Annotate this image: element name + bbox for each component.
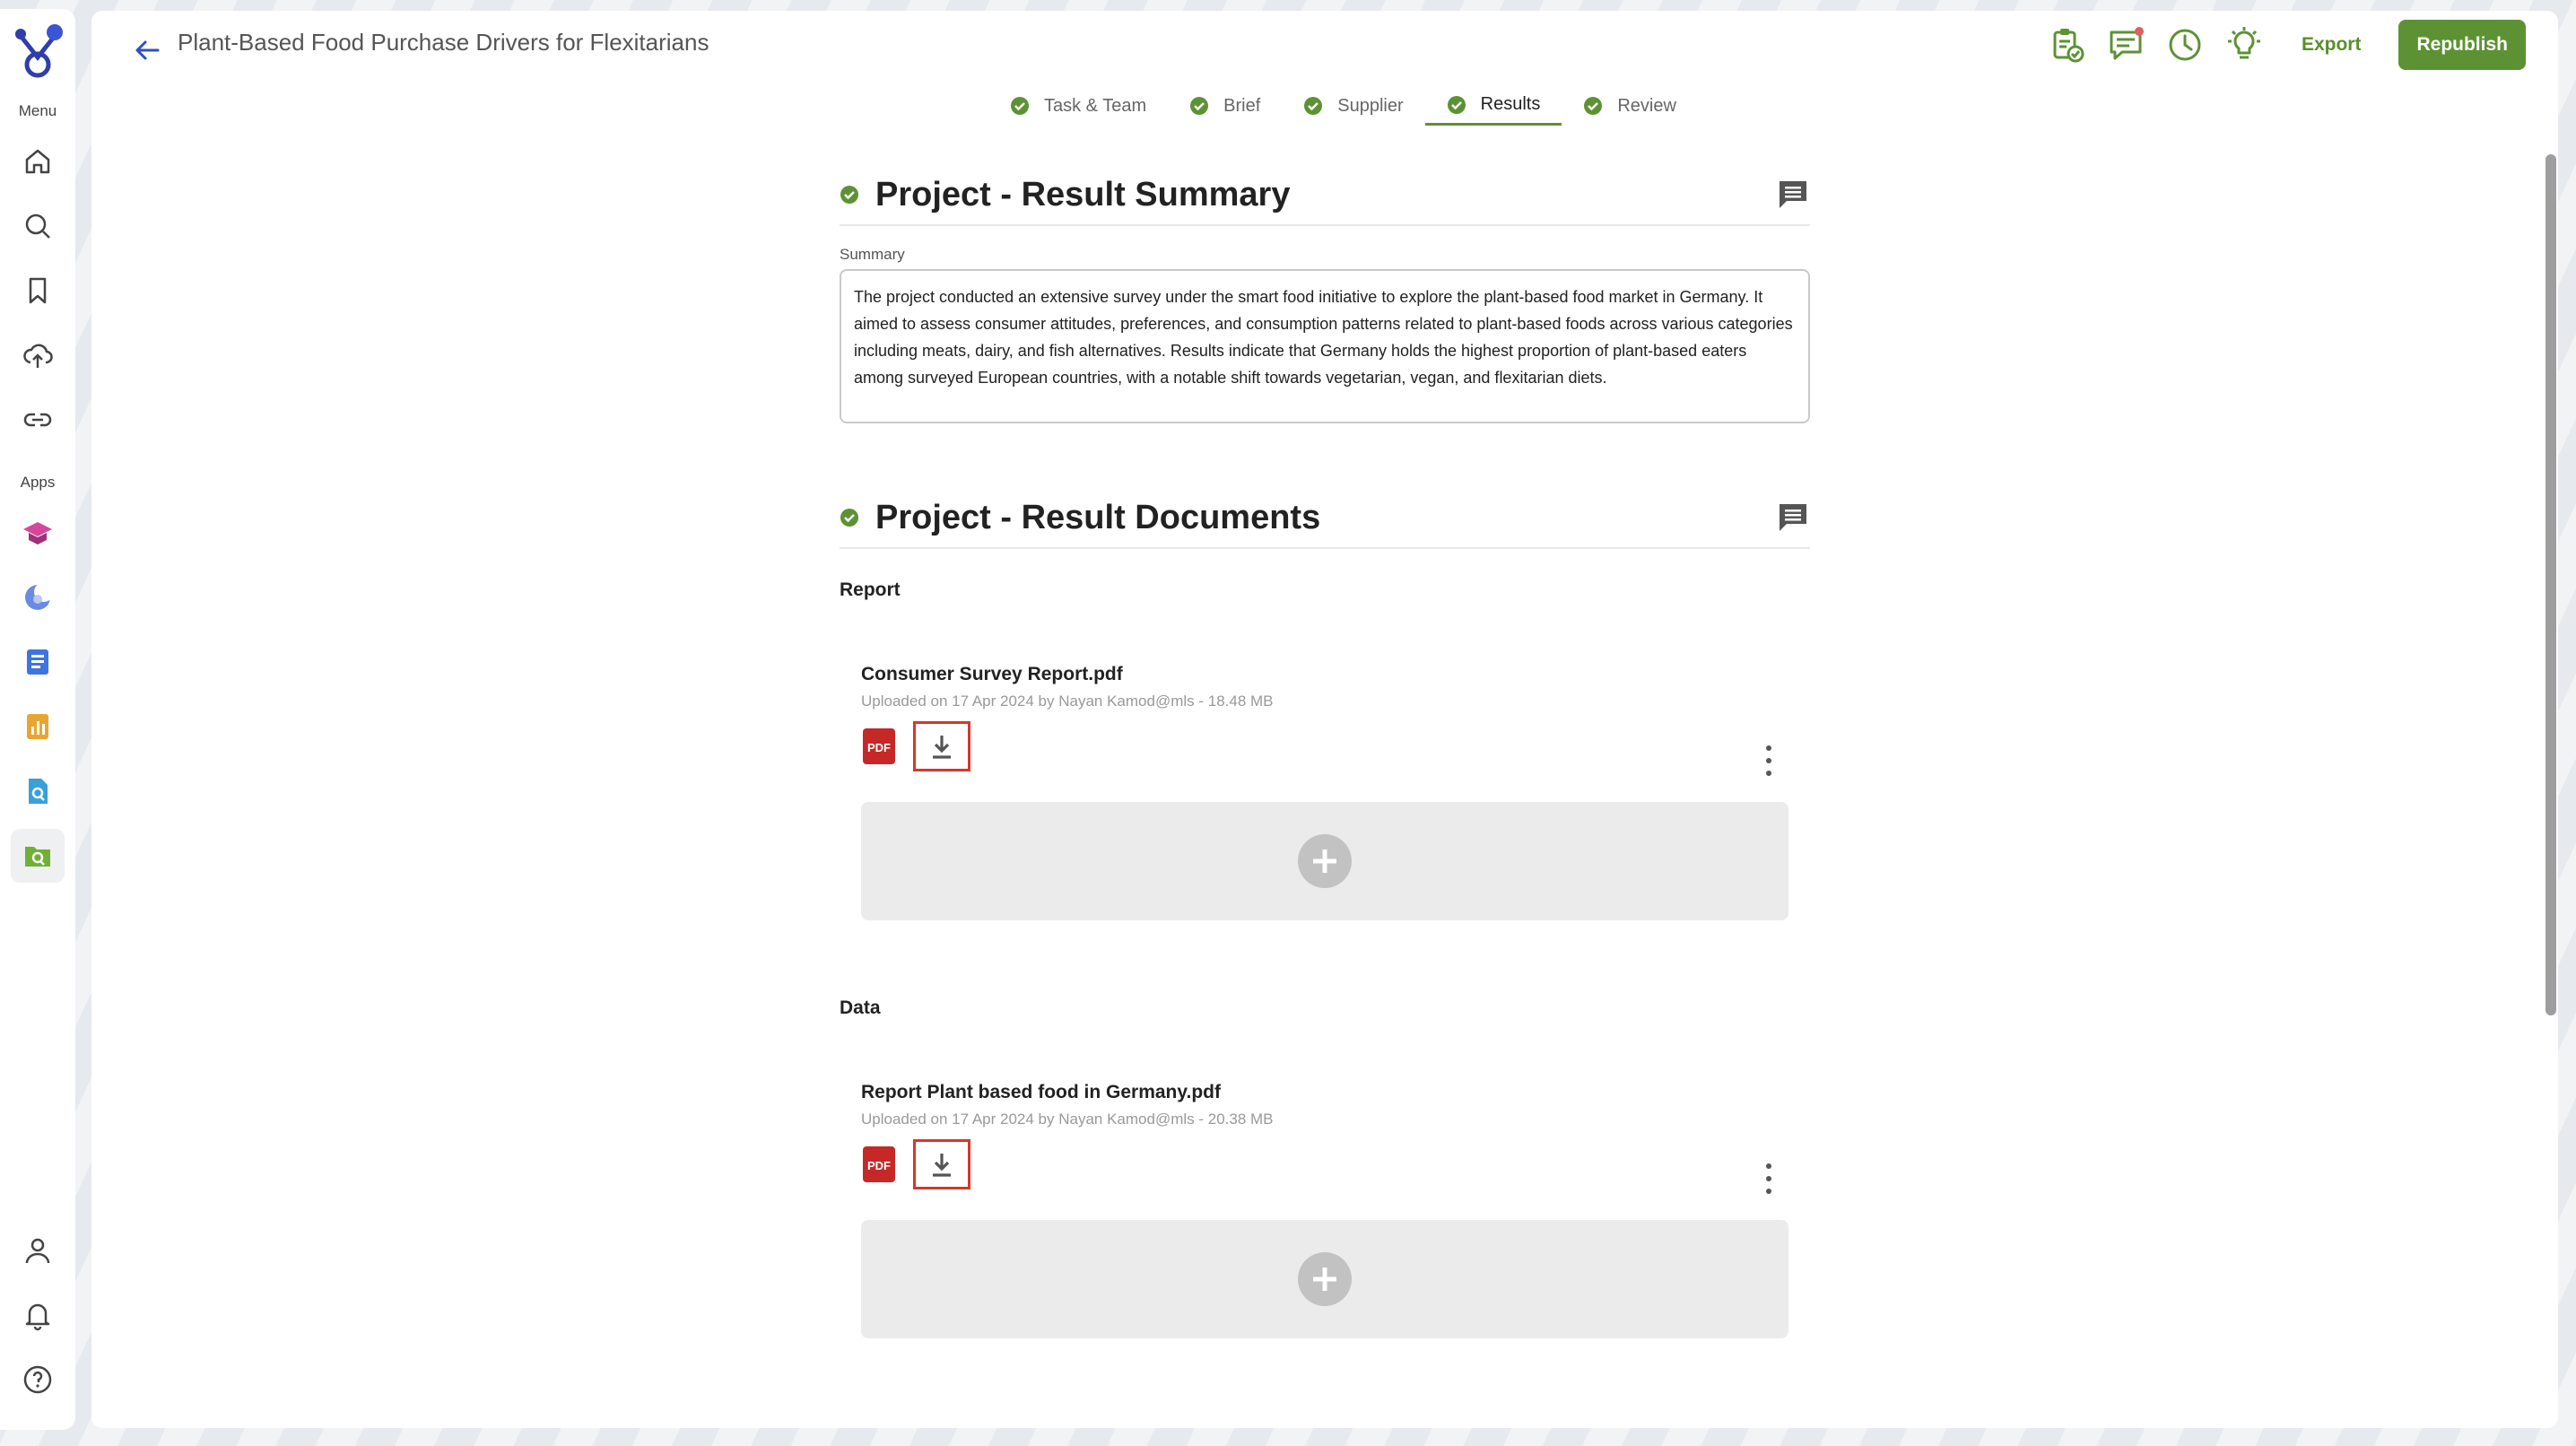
comment-icon[interactable] — [1776, 501, 1810, 535]
pdf-file-icon[interactable]: PDF — [861, 1145, 897, 1184]
check-circle-icon — [1584, 97, 1603, 115]
sidebar: Menu Apps — [0, 9, 75, 1430]
summary-label: Summary — [840, 246, 905, 263]
check-circle-icon — [1447, 95, 1466, 114]
more-options-icon[interactable] — [1760, 1159, 1778, 1198]
back-arrow-icon[interactable] — [131, 34, 163, 66]
clipboard-check-icon[interactable] — [2045, 23, 2088, 66]
main-panel: Plant-Based Food Purchase Drivers for Fl… — [91, 11, 2558, 1428]
results-content: Project - Result Summary Summary The pro… — [840, 165, 1810, 1338]
notification-dot — [2134, 27, 2144, 36]
download-button[interactable] — [913, 1139, 970, 1189]
check-circle-icon — [1011, 97, 1029, 115]
check-circle-icon — [840, 509, 858, 527]
moon-app-icon[interactable] — [11, 571, 65, 624]
tab-label: Results — [1480, 94, 1541, 114]
document-actions: PDF — [861, 721, 1788, 771]
tab-brief[interactable]: Brief — [1168, 86, 1282, 126]
search-icon[interactable] — [11, 199, 65, 253]
tab-results[interactable]: Results — [1424, 86, 1562, 126]
tab-label: Task & Team — [1044, 95, 1147, 116]
pdf-file-icon[interactable]: PDF — [861, 727, 897, 766]
download-icon — [933, 1154, 951, 1177]
document-card: Consumer Survey Report.pdf Uploaded on 1… — [861, 664, 1788, 920]
folder-search-app-icon[interactable] — [11, 829, 65, 883]
bookmark-icon[interactable] — [11, 264, 65, 318]
summary-section-header: Project - Result Summary — [840, 165, 1810, 226]
section-title: Project - Result Documents — [875, 498, 1321, 536]
upload-cloud-icon[interactable] — [11, 328, 65, 382]
bell-icon[interactable] — [11, 1288, 65, 1342]
user-icon[interactable] — [11, 1224, 65, 1277]
add-document-button[interactable] — [861, 802, 1788, 920]
help-icon[interactable] — [11, 1353, 65, 1407]
lightbulb-icon[interactable] — [2223, 23, 2266, 66]
document-name[interactable]: Consumer Survey Report.pdf — [861, 664, 1788, 685]
check-circle-icon — [1190, 97, 1209, 115]
clock-history-icon[interactable] — [2163, 23, 2206, 66]
top-bar: Plant-Based Food Purchase Drivers for Fl… — [91, 11, 2558, 75]
check-circle-icon — [1304, 97, 1323, 115]
add-circle-icon — [1298, 1252, 1352, 1306]
documents-section-header: Project - Result Documents — [840, 488, 1810, 549]
export-button[interactable]: Export — [2302, 34, 2362, 56]
menu-label: Menu — [18, 102, 57, 119]
tab-task-team[interactable]: Task & Team — [988, 86, 1168, 126]
document-actions: PDF — [861, 1139, 1788, 1189]
scrollbar[interactable] — [2546, 154, 2556, 1015]
documents-section: Project - Result Documents Report Consum… — [840, 488, 1810, 1338]
tab-label: Brief — [1223, 95, 1261, 116]
top-actions: Export Republish — [2029, 20, 2526, 70]
section-title: Project - Result Summary — [875, 175, 1291, 213]
download-button[interactable] — [913, 721, 970, 771]
file-search-app-icon[interactable] — [11, 764, 65, 818]
document-name[interactable]: Report Plant based food in Germany.pdf — [861, 1082, 1788, 1103]
document-meta: Uploaded on 17 Apr 2024 by Nayan Kamod@m… — [861, 693, 1274, 710]
pdf-label: PDF — [867, 1159, 891, 1172]
tab-label: Supplier — [1337, 95, 1404, 116]
check-circle-icon — [840, 186, 858, 204]
chat-notification-icon[interactable] — [2104, 23, 2147, 66]
app-logo[interactable] — [8, 22, 67, 81]
pdf-label: PDF — [867, 741, 891, 754]
comment-icon[interactable] — [1776, 178, 1810, 212]
link-icon[interactable] — [11, 393, 65, 447]
page-title: Plant-Based Food Purchase Drivers for Fl… — [178, 29, 709, 56]
republish-button[interactable]: Republish — [2398, 20, 2526, 70]
tab-review[interactable]: Review — [1562, 86, 1698, 126]
download-icon — [933, 736, 951, 759]
document-list-app-icon[interactable] — [11, 635, 65, 689]
home-icon[interactable] — [11, 135, 65, 188]
apps-label: Apps — [20, 474, 56, 491]
more-options-icon[interactable] — [1760, 741, 1778, 780]
graduation-cap-app-icon[interactable] — [11, 506, 65, 560]
step-tabs: Task & Team Brief Supplier Results Revie… — [988, 86, 1698, 136]
group-label-report: Report — [840, 579, 901, 600]
document-meta: Uploaded on 17 Apr 2024 by Nayan Kamod@m… — [861, 1111, 1274, 1128]
document-card: Report Plant based food in Germany.pdf U… — [861, 1082, 1788, 1338]
tab-label: Review — [1617, 95, 1676, 116]
summary-textarea[interactable]: The project conducted an extensive surve… — [840, 269, 1810, 423]
add-document-button[interactable] — [861, 1220, 1788, 1338]
tab-supplier[interactable]: Supplier — [1282, 86, 1424, 126]
bar-chart-app-icon[interactable] — [11, 700, 65, 753]
add-circle-icon — [1298, 834, 1352, 888]
group-label-data: Data — [840, 997, 881, 1018]
